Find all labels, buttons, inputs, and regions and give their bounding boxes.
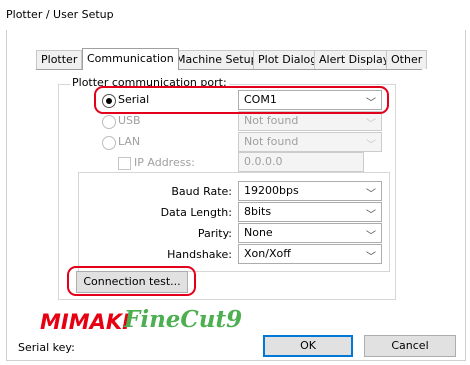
handshake-value: Xon/Xoff bbox=[244, 247, 291, 260]
lan-radio[interactable] bbox=[102, 136, 116, 150]
title-bar[interactable]: Plotter / User Setup bbox=[0, 0, 470, 32]
parity-label: Parity: bbox=[197, 227, 232, 240]
tab-plotter[interactable]: Plotter bbox=[36, 50, 83, 69]
connection-test-highlight-ring bbox=[67, 266, 196, 296]
ok-label: OK bbox=[300, 339, 316, 352]
parity-select[interactable]: None ﹀ bbox=[238, 223, 382, 243]
lan-port-value: Not found bbox=[244, 135, 299, 148]
tab-machine-setup[interactable]: Machine Setup bbox=[171, 50, 263, 69]
ip-address-input[interactable]: 0.0.0.0 bbox=[238, 152, 364, 172]
parity-value: None bbox=[244, 226, 273, 239]
tab-label: Machine Setup bbox=[176, 53, 258, 66]
usb-label: USB bbox=[118, 114, 141, 127]
ok-button[interactable]: OK bbox=[263, 335, 353, 357]
ip-address-value: 0.0.0.0 bbox=[244, 155, 283, 168]
chevron-down-icon: ﹀ bbox=[366, 252, 376, 263]
chevron-down-icon: ﹀ bbox=[366, 119, 376, 130]
tab-other[interactable]: Other bbox=[386, 50, 428, 69]
handshake-label: Handshake: bbox=[167, 248, 232, 261]
baud-rate-label: Baud Rate: bbox=[171, 185, 232, 198]
chevron-down-icon: ﹀ bbox=[366, 231, 376, 242]
chevron-down-icon: ﹀ bbox=[366, 189, 376, 200]
chevron-down-icon: ﹀ bbox=[366, 140, 376, 151]
lan-port-select[interactable]: Not found ﹀ bbox=[238, 132, 382, 152]
mimaki-logo: MIMAKI bbox=[40, 310, 130, 334]
tab-alert-display[interactable]: Alert Display bbox=[314, 50, 395, 69]
tab-communication[interactable]: Communication bbox=[82, 48, 179, 70]
chevron-down-icon: ﹀ bbox=[366, 210, 376, 221]
finecut-logo: FineCut9 bbox=[124, 306, 243, 333]
serial-highlight-ring bbox=[94, 86, 389, 114]
data-length-label: Data Length: bbox=[160, 206, 232, 219]
handshake-select[interactable]: Xon/Xoff ﹀ bbox=[238, 244, 382, 264]
data-length-value: 8bits bbox=[244, 205, 272, 218]
ip-address-label: IP Address: bbox=[134, 156, 195, 169]
tab-label: Communication bbox=[87, 52, 174, 65]
data-length-select[interactable]: 8bits ﹀ bbox=[238, 202, 382, 222]
tab-plot-dialog[interactable]: Plot Dialog bbox=[253, 50, 323, 69]
usb-radio[interactable] bbox=[102, 115, 116, 129]
cancel-button[interactable]: Cancel bbox=[364, 335, 456, 357]
baud-rate-select[interactable]: 19200bps ﹀ bbox=[238, 181, 382, 201]
tab-label: Plotter bbox=[41, 53, 78, 66]
ip-address-checkbox[interactable] bbox=[118, 157, 131, 170]
baud-rate-value: 19200bps bbox=[244, 184, 299, 197]
usb-port-select[interactable]: Not found ﹀ bbox=[238, 111, 382, 131]
tab-label: Plot Dialog bbox=[258, 53, 318, 66]
cancel-label: Cancel bbox=[391, 339, 429, 352]
lan-label: LAN bbox=[118, 135, 141, 148]
tab-label: Other bbox=[391, 53, 423, 66]
plotter-user-setup-dialog: Plotter / User Setup Plotter Communicati… bbox=[0, 0, 470, 365]
tab-label: Alert Display bbox=[319, 53, 390, 66]
window-title: Plotter / User Setup bbox=[6, 8, 114, 21]
serial-key-label: Serial key: bbox=[18, 341, 75, 354]
usb-port-value: Not found bbox=[244, 114, 299, 127]
